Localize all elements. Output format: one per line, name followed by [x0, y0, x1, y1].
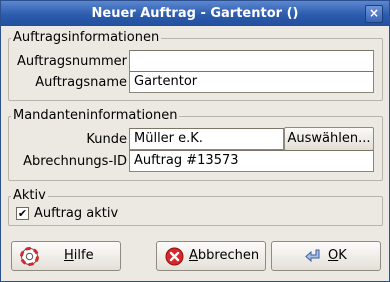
auftrag-aktiv-label[interactable]: Auftrag aktiv — [34, 206, 118, 221]
dialog-window: Neuer Auftrag - Gartentor () × Auftragsi… — [0, 0, 390, 282]
abbrechen-button[interactable]: Abbrechen — [156, 241, 266, 271]
title-bar[interactable]: Neuer Auftrag - Gartentor () × — [1, 1, 389, 26]
help-lifebuoy-icon — [20, 247, 39, 266]
group-title-aktiv: Aktiv — [11, 188, 48, 203]
ok-button[interactable]: OK — [271, 241, 381, 271]
ok-arrow-icon — [305, 249, 320, 263]
hilfe-button-label: Hilfe — [64, 248, 94, 263]
abbrechen-button-label: Abbrechen — [189, 248, 260, 263]
abrechnungs-id-label: Abrechnungs-ID — [23, 154, 127, 169]
auftragsnummer-label: Auftragsnummer — [16, 54, 127, 69]
auftragsnummer-input[interactable] — [129, 50, 374, 72]
auftrag-aktiv-checkbox[interactable]: ✔ — [16, 207, 29, 220]
auftragsname-input[interactable]: Gartentor — [129, 71, 374, 93]
check-icon: ✔ — [17, 207, 28, 220]
group-title-auftragsinformationen: Auftragsinformationen — [11, 30, 162, 45]
cancel-x-icon — [165, 247, 184, 266]
kunde-input[interactable]: Müller e.K. — [129, 128, 284, 150]
close-icon: × — [368, 6, 380, 20]
hilfe-button[interactable]: Hilfe — [11, 241, 121, 271]
ok-button-label: OK — [328, 248, 347, 263]
close-button[interactable]: × — [365, 5, 383, 23]
abrechnungs-id-input[interactable]: Auftrag #13573 — [129, 150, 374, 172]
window-title: Neuer Auftrag - Gartentor () — [91, 6, 299, 21]
group-title-mandanteninformationen: Mandanteninformationen — [11, 108, 180, 123]
auftragsname-label: Auftragsname — [35, 75, 127, 90]
auswaehlen-button[interactable]: Auswählen... — [284, 127, 374, 151]
kunde-label: Kunde — [86, 132, 127, 147]
